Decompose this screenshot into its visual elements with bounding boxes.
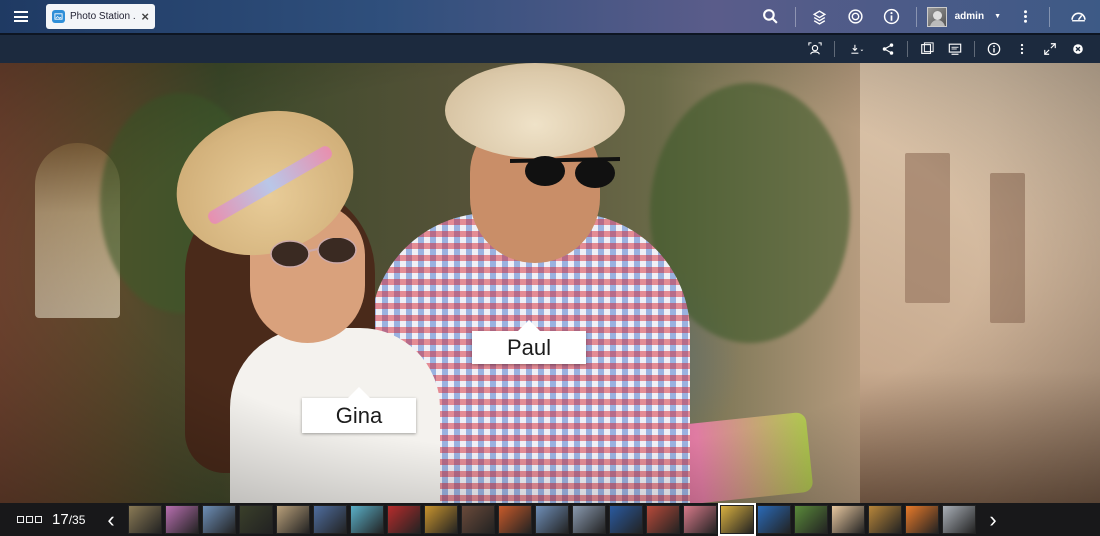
app-tab-label: Photo Station ... <box>70 11 137 22</box>
face-tag-gina[interactable]: Gina <box>302 387 416 433</box>
previous-photo-button[interactable]: ‹ <box>100 505 122 535</box>
divider <box>907 41 908 57</box>
thumbnail[interactable] <box>905 505 939 534</box>
thumbnail[interactable] <box>128 505 162 534</box>
thumbnail[interactable] <box>572 505 606 534</box>
info-icon[interactable] <box>980 35 1008 63</box>
face-tag-paul[interactable]: Paul <box>472 320 586 364</box>
thumbnail[interactable] <box>239 505 273 534</box>
thumbnail[interactable] <box>498 505 532 534</box>
close-icon[interactable] <box>1064 35 1092 63</box>
thumbnail[interactable] <box>683 505 717 534</box>
dashboard-icon[interactable] <box>1056 0 1100 33</box>
thumbnail[interactable] <box>757 505 791 534</box>
download-icon[interactable] <box>840 35 874 63</box>
thumbnail[interactable] <box>831 505 865 534</box>
divider <box>915 6 917 27</box>
search-icon[interactable] <box>753 0 789 33</box>
thumbnail[interactable] <box>535 505 569 534</box>
next-photo-button[interactable]: › <box>982 505 1004 535</box>
avatar <box>926 6 947 27</box>
viewer-toolbar <box>0 33 1100 63</box>
divider <box>834 41 835 57</box>
system-topbar: Photo Station ... × admin ▼ <box>0 0 1100 33</box>
filmstrip-toggle-icon <box>17 516 24 523</box>
thumbnail[interactable] <box>313 505 347 534</box>
divider <box>794 6 796 27</box>
divider <box>974 41 975 57</box>
user-menu[interactable]: admin ▼ <box>923 6 1007 27</box>
main-photo[interactable] <box>0 63 1100 503</box>
chevron-down-icon: ▼ <box>994 13 1001 20</box>
share-icon[interactable] <box>874 35 902 63</box>
photo-background <box>0 63 1100 503</box>
filmstrip: 17/35 ‹ › <box>0 503 1100 536</box>
fullscreen-icon[interactable] <box>1036 35 1064 63</box>
thumbnail[interactable] <box>350 505 384 534</box>
username: admin <box>954 11 985 22</box>
divider <box>1049 6 1050 27</box>
cast-icon[interactable] <box>941 35 969 63</box>
more-icon[interactable] <box>1007 0 1043 33</box>
thumbnail[interactable] <box>646 505 680 534</box>
filmstrip-toggle-icon <box>35 516 42 523</box>
current-index: 17 <box>52 511 69 528</box>
thumbnail-list <box>128 503 976 536</box>
thumbnail[interactable] <box>202 505 236 534</box>
system-icons: admin ▼ <box>753 0 1100 33</box>
filmstrip-toggle-icon <box>26 516 33 523</box>
slideshow-icon[interactable] <box>913 35 941 63</box>
thumbnail[interactable] <box>461 505 495 534</box>
thumbnail[interactable] <box>424 505 458 534</box>
photo-station-app-icon <box>52 10 65 23</box>
photo-counter: 17/35 <box>52 511 100 528</box>
hamburger-icon <box>14 11 28 22</box>
more-icon[interactable] <box>1008 35 1036 63</box>
thumbnail[interactable] <box>868 505 902 534</box>
total-count: 35 <box>72 513 86 527</box>
thumbnail[interactable] <box>276 505 310 534</box>
app-tab-close-icon[interactable]: × <box>141 9 149 24</box>
filmstrip-toggle-icon[interactable] <box>17 516 42 523</box>
app-tab-photo-station[interactable]: Photo Station ... × <box>46 4 155 29</box>
thumbnail[interactable] <box>609 505 643 534</box>
thumbnail[interactable] <box>794 505 828 534</box>
info-icon[interactable] <box>874 0 910 33</box>
stack-icon[interactable] <box>802 0 838 33</box>
main-menu-button[interactable] <box>0 0 42 33</box>
sync-icon[interactable] <box>838 0 874 33</box>
photo-station-viewer: Photo Station ... × admin ▼ Paul Gina 17… <box>0 0 1100 536</box>
thumbnail[interactable] <box>387 505 421 534</box>
thumbnail[interactable] <box>165 505 199 534</box>
face-tag-icon[interactable] <box>801 35 829 63</box>
thumbnail[interactable] <box>718 503 756 536</box>
thumbnail[interactable] <box>942 505 976 534</box>
